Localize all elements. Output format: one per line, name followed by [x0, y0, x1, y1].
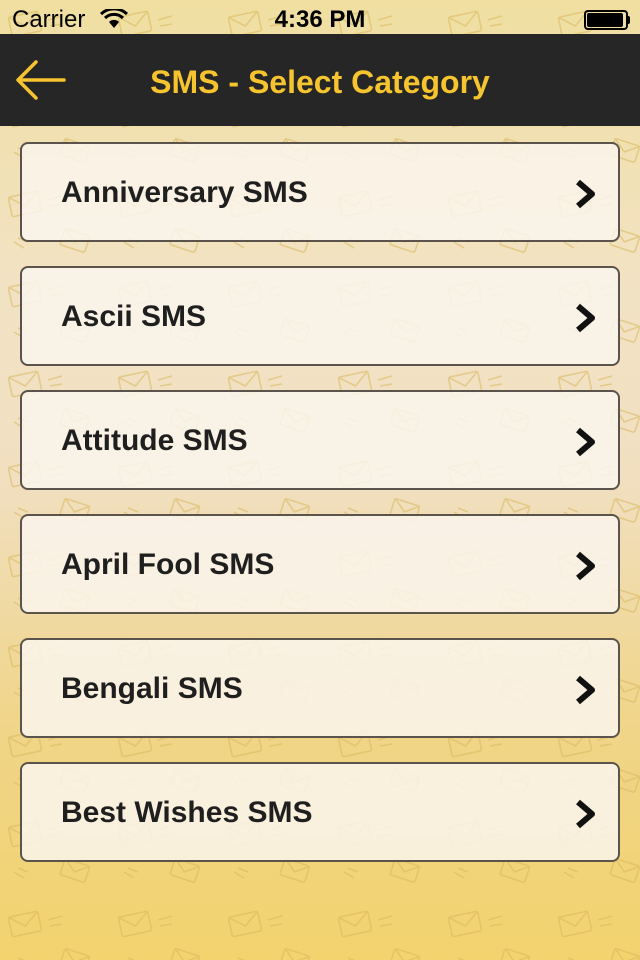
list-item-label: Anniversary SMS: [61, 176, 308, 209]
list-item-best-wishes[interactable]: Best Wishes SMS: [20, 762, 620, 862]
list-item-bengali[interactable]: Bengali SMS: [20, 638, 620, 738]
list-item-anniversary[interactable]: Anniversary SMS: [20, 142, 620, 242]
list-item-ascii[interactable]: Ascii SMS: [20, 266, 620, 366]
list-item-label: Ascii SMS: [61, 300, 207, 333]
list-item-april-fool[interactable]: April Fool SMS: [20, 514, 620, 614]
list-item-label: Attitude SMS: [61, 424, 248, 457]
page-title: SMS - Select Category: [150, 64, 490, 100]
chevron-right-icon: [576, 799, 595, 829]
chevron-right-icon: [576, 179, 595, 209]
chevron-right-icon: [576, 303, 595, 333]
battery-icon: [584, 10, 630, 30]
list-item-label: April Fool SMS: [61, 548, 275, 581]
list-item-label: Bengali SMS: [61, 672, 243, 705]
chevron-right-icon: [576, 675, 595, 705]
chevron-right-icon: [576, 551, 595, 581]
list-item-label: Best Wishes SMS: [61, 796, 313, 829]
chevron-right-icon: [576, 427, 595, 457]
category-list: Anniversary SMS Ascii SMS Attitude SMS A…: [20, 142, 620, 886]
status-time: 4:36 PM: [274, 6, 366, 33]
navigation-bar: SMS - Select Category: [0, 34, 640, 126]
list-item-attitude[interactable]: Attitude SMS: [20, 390, 620, 490]
